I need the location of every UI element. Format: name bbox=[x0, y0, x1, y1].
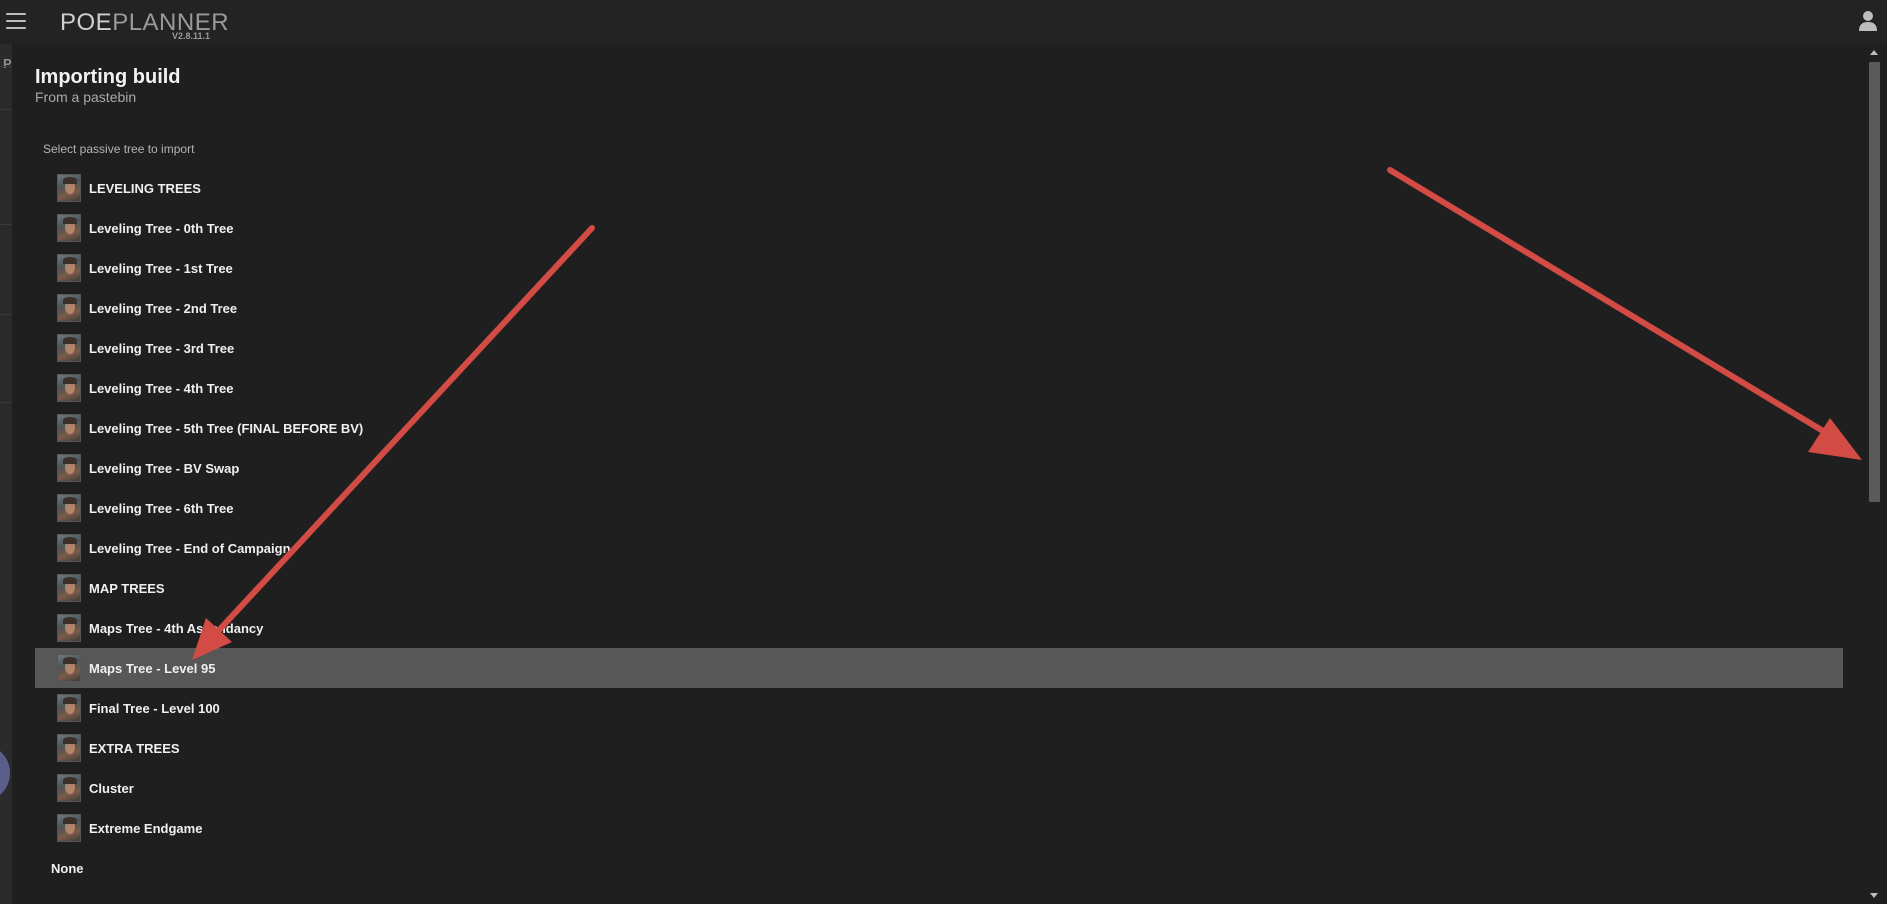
divider bbox=[0, 402, 12, 403]
import-build-dialog: Importing build From a pastebin Select p… bbox=[12, 44, 1862, 904]
divider bbox=[0, 314, 12, 315]
character-portrait-icon bbox=[57, 814, 81, 842]
vertical-scrollbar[interactable] bbox=[1866, 44, 1883, 904]
tree-option[interactable]: Leveling Tree - 5th Tree (FINAL BEFORE B… bbox=[35, 408, 1843, 448]
tree-option[interactable]: Maps Tree - Level 95 bbox=[35, 648, 1843, 688]
user-icon[interactable] bbox=[1858, 10, 1878, 32]
tree-option-label: Leveling Tree - 2nd Tree bbox=[89, 300, 238, 316]
background-avatar-circle bbox=[0, 744, 10, 802]
character-portrait-icon bbox=[57, 734, 81, 762]
tree-option[interactable]: Maps Tree - 4th Ascendancy bbox=[35, 608, 1843, 648]
character-portrait-icon bbox=[57, 214, 81, 242]
tree-option-label: Leveling Tree - 4th Tree bbox=[89, 380, 234, 396]
tree-option[interactable]: Extreme Endgame bbox=[35, 808, 1843, 848]
tree-option[interactable]: LEVELING TREES bbox=[35, 168, 1843, 208]
character-portrait-icon bbox=[57, 774, 81, 802]
app-version: V2.8.11.1 bbox=[172, 31, 211, 41]
passive-tree-list: LEVELING TREES Leveling Tree - 0th Tree … bbox=[35, 168, 1843, 888]
tree-option[interactable]: Leveling Tree - 1st Tree bbox=[35, 248, 1843, 288]
tree-option-label: Leveling Tree - 5th Tree (FINAL BEFORE B… bbox=[89, 420, 364, 436]
tree-option-label: Leveling Tree - 0th Tree bbox=[89, 220, 234, 236]
tree-option-none[interactable]: None bbox=[35, 848, 1843, 888]
dialog-title: Importing build bbox=[35, 66, 181, 88]
tree-option[interactable]: Leveling Tree - 6th Tree bbox=[35, 488, 1843, 528]
tree-option[interactable]: MAP TREES bbox=[35, 568, 1843, 608]
tree-option-label: Extreme Endgame bbox=[89, 820, 203, 836]
dialog-subtitle: From a pastebin bbox=[35, 89, 137, 105]
tree-option-label: Maps Tree - 4th Ascendancy bbox=[89, 620, 264, 636]
tree-option[interactable]: Leveling Tree - 4th Tree bbox=[35, 368, 1843, 408]
tree-option[interactable]: Leveling Tree - End of Campaign bbox=[35, 528, 1843, 568]
character-portrait-icon bbox=[57, 694, 81, 722]
divider bbox=[0, 224, 12, 225]
hamburger-menu-icon[interactable] bbox=[6, 12, 26, 30]
tree-option-label: None bbox=[51, 860, 84, 876]
tree-option-label: Cluster bbox=[89, 780, 134, 796]
scroll-up-arrow-icon[interactable] bbox=[1870, 50, 1878, 55]
background-sidebar: P bbox=[0, 44, 12, 904]
sidebar-letter: P bbox=[3, 56, 12, 71]
tree-option-label: Final Tree - Level 100 bbox=[89, 700, 220, 716]
tree-option-label: MAP TREES bbox=[89, 580, 165, 596]
character-portrait-icon bbox=[57, 374, 81, 402]
character-portrait-icon bbox=[57, 614, 81, 642]
character-portrait-icon bbox=[57, 334, 81, 362]
tree-option-label: Leveling Tree - 3rd Tree bbox=[89, 340, 235, 356]
divider bbox=[0, 66, 12, 67]
tree-option-label: Leveling Tree - 6th Tree bbox=[89, 500, 234, 516]
top-app-bar: POEPLANNER V2.8.11.1 bbox=[0, 0, 1887, 44]
tree-option[interactable]: EXTRA TREES bbox=[35, 728, 1843, 768]
character-portrait-icon bbox=[57, 254, 81, 282]
character-portrait-icon bbox=[57, 534, 81, 562]
divider bbox=[0, 109, 12, 110]
logo-bold-text: POE bbox=[60, 9, 113, 36]
tree-option[interactable]: Leveling Tree - 0th Tree bbox=[35, 208, 1843, 248]
tree-option[interactable]: Cluster bbox=[35, 768, 1843, 808]
tree-option[interactable]: Leveling Tree - BV Swap bbox=[35, 448, 1843, 488]
tree-option-label: Leveling Tree - 1st Tree bbox=[89, 260, 233, 276]
scroll-down-arrow-icon[interactable] bbox=[1870, 893, 1878, 898]
tree-option-label: Maps Tree - Level 95 bbox=[89, 660, 216, 676]
character-portrait-icon bbox=[57, 454, 81, 482]
logo-light-text: PLANNER bbox=[112, 9, 230, 36]
tree-option-label: EXTRA TREES bbox=[89, 740, 180, 756]
character-portrait-icon bbox=[57, 574, 81, 602]
select-tree-label: Select passive tree to import bbox=[43, 142, 195, 156]
character-portrait-icon bbox=[57, 414, 81, 442]
scrollbar-thumb[interactable] bbox=[1869, 62, 1880, 502]
tree-option[interactable]: Leveling Tree - 2nd Tree bbox=[35, 288, 1843, 328]
character-portrait-icon bbox=[57, 174, 81, 202]
character-portrait-icon bbox=[57, 654, 81, 682]
tree-option-label: Leveling Tree - BV Swap bbox=[89, 460, 240, 476]
tree-option-label: LEVELING TREES bbox=[89, 180, 201, 196]
tree-option[interactable]: Final Tree - Level 100 bbox=[35, 688, 1843, 728]
tree-option[interactable]: Leveling Tree - 3rd Tree bbox=[35, 328, 1843, 368]
character-portrait-icon bbox=[57, 294, 81, 322]
tree-option-label: Leveling Tree - End of Campaign bbox=[89, 540, 291, 556]
character-portrait-icon bbox=[57, 494, 81, 522]
